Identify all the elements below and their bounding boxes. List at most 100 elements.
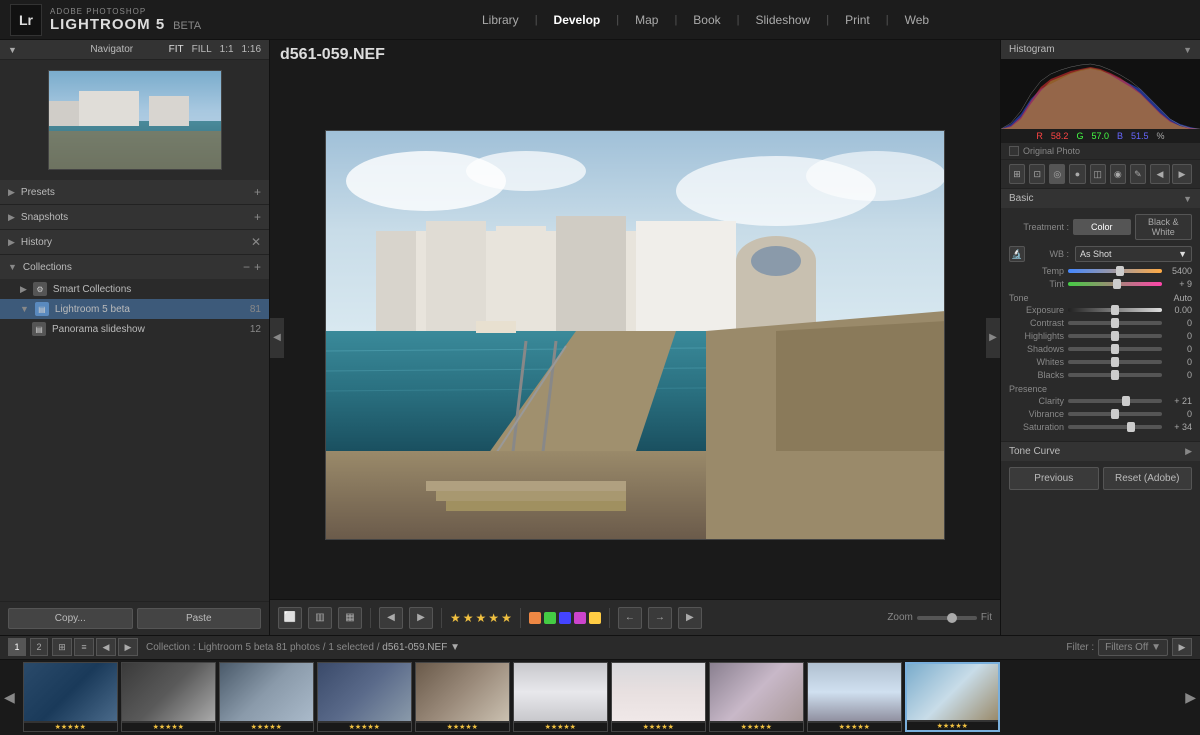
bw-treatment-btn[interactable]: Black & White bbox=[1135, 214, 1193, 240]
nav-print[interactable]: Print bbox=[829, 0, 886, 40]
crop-tool-icon[interactable]: ⊡ bbox=[1029, 164, 1045, 184]
lr5-beta-item[interactable]: ▼ ▤ Lightroom 5 beta 81 bbox=[0, 299, 269, 319]
nav-library[interactable]: Library bbox=[466, 0, 535, 40]
grid-view-btn[interactable]: ⊞ bbox=[52, 638, 72, 656]
next-panel-btn[interactable]: ▶ bbox=[1172, 164, 1192, 184]
film-photo-4[interactable]: ★★★★★ bbox=[317, 662, 412, 732]
star-rating[interactable]: ★★★★★ bbox=[450, 611, 512, 625]
histogram-header[interactable]: Histogram ▼ bbox=[1001, 40, 1200, 59]
navigator-header[interactable]: ▼ Navigator FIT FILL 1:1 1:16 bbox=[0, 40, 269, 60]
original-photo-checkbox[interactable] bbox=[1009, 146, 1019, 156]
navigator-thumbnail[interactable] bbox=[48, 70, 222, 170]
loupe-btn[interactable]: ⬜ bbox=[278, 607, 302, 629]
auto-btn[interactable]: Auto bbox=[1173, 293, 1192, 303]
collections-header[interactable]: ▼ Collections − + bbox=[0, 255, 269, 279]
shadows-slider[interactable] bbox=[1068, 347, 1162, 351]
collections-add-btn[interactable]: + bbox=[254, 260, 261, 274]
list-view-btn[interactable]: ≡ bbox=[74, 638, 94, 656]
color-label-red[interactable] bbox=[529, 612, 541, 624]
nav-map[interactable]: Map bbox=[619, 0, 674, 40]
snapshots-add-btn[interactable]: + bbox=[254, 210, 261, 224]
compare-btn[interactable]: ▥ bbox=[308, 607, 332, 629]
left-panel-toggle[interactable]: ◀ bbox=[270, 318, 284, 358]
radfilter-tool-icon[interactable]: ◉ bbox=[1110, 164, 1126, 184]
nav-1to1-btn[interactable]: 1:1 bbox=[220, 44, 234, 55]
film-photo-10[interactable]: ★★★★★ bbox=[905, 662, 1000, 732]
nav-fit-btn[interactable]: FIT bbox=[169, 44, 184, 55]
vibrance-value: 0 bbox=[1162, 409, 1192, 419]
highlights-slider[interactable] bbox=[1068, 334, 1162, 338]
wb-dropdown[interactable]: As Shot ▼ bbox=[1075, 246, 1192, 262]
film-photo-1[interactable]: ★★★★★ bbox=[23, 662, 118, 732]
zoom-handle[interactable] bbox=[947, 613, 957, 623]
next-photo-btn[interactable]: ▶ bbox=[409, 607, 433, 629]
film-photo-3[interactable]: ★★★★★ bbox=[219, 662, 314, 732]
photo-header: d561-059.NEF bbox=[270, 40, 1000, 70]
flag-btn[interactable]: → bbox=[648, 607, 672, 629]
clarity-slider[interactable] bbox=[1068, 399, 1162, 403]
grid-tool-icon[interactable]: ⊞ bbox=[1009, 164, 1025, 184]
color-label-green[interactable] bbox=[544, 612, 556, 624]
filter-expand-btn[interactable]: ▶ bbox=[1172, 638, 1192, 656]
smart-collections-item[interactable]: ▶ ⚙ Smart Collections bbox=[0, 279, 269, 299]
film-photo-8[interactable]: ★★★★★ bbox=[709, 662, 804, 732]
brush-tool-icon[interactable]: ✎ bbox=[1130, 164, 1146, 184]
collections-remove-btn[interactable]: − bbox=[243, 260, 250, 274]
photo-container[interactable] bbox=[270, 70, 1000, 599]
basic-header[interactable]: Basic ▼ bbox=[1001, 189, 1200, 208]
film-stars-10: ★★★★★ bbox=[907, 722, 998, 730]
page-2-btn[interactable]: 2 bbox=[30, 638, 48, 656]
history-header[interactable]: ▶ History ✕ bbox=[0, 230, 269, 254]
nav-book[interactable]: Book bbox=[677, 0, 736, 40]
film-photo-5[interactable]: ★★★★★ bbox=[415, 662, 510, 732]
right-panel-toggle[interactable]: ▶ bbox=[986, 318, 1000, 358]
snapshots-header[interactable]: ▶ Snapshots + bbox=[0, 205, 269, 229]
film-photo-7[interactable]: ★★★★★ bbox=[611, 662, 706, 732]
filmstrip-prev-btn[interactable]: ◀ bbox=[0, 689, 19, 706]
film-photo-2[interactable]: ★★★★★ bbox=[121, 662, 216, 732]
prev-panel-btn[interactable]: ◀ bbox=[1150, 164, 1170, 184]
nav-fill-btn[interactable]: FILL bbox=[192, 44, 212, 55]
saturation-slider[interactable] bbox=[1068, 425, 1162, 429]
next-nav-btn[interactable]: ▶ bbox=[118, 638, 138, 656]
presets-header[interactable]: ▶ Presets + bbox=[0, 180, 269, 204]
zoom-slider[interactable] bbox=[917, 616, 977, 620]
nav-web[interactable]: Web bbox=[889, 0, 945, 40]
exposure-slider[interactable] bbox=[1068, 308, 1162, 312]
color-label-yellow[interactable] bbox=[589, 612, 601, 624]
flag-reject-btn[interactable]: ← bbox=[618, 607, 642, 629]
history-clear-btn[interactable]: ✕ bbox=[251, 235, 261, 249]
blacks-slider[interactable] bbox=[1068, 373, 1162, 377]
nav-slideshow[interactable]: Slideshow bbox=[740, 0, 827, 40]
play-btn[interactable]: ▶ bbox=[678, 607, 702, 629]
color-label-purple[interactable] bbox=[574, 612, 586, 624]
film-photo-6[interactable]: ★★★★★ bbox=[513, 662, 608, 732]
contrast-slider[interactable] bbox=[1068, 321, 1162, 325]
redeye-tool-icon[interactable]: ● bbox=[1069, 164, 1085, 184]
panorama-item[interactable]: ▤ Panorama slideshow 12 bbox=[0, 319, 269, 339]
presets-add-btn[interactable]: + bbox=[254, 185, 261, 199]
prev-photo-btn[interactable]: ◀ bbox=[379, 607, 403, 629]
film-photo-9[interactable]: ★★★★★ bbox=[807, 662, 902, 732]
filmstrip-next-btn[interactable]: ▶ bbox=[1181, 689, 1200, 706]
prev-nav-btn[interactable]: ◀ bbox=[96, 638, 116, 656]
page-1-btn[interactable]: 1 bbox=[8, 638, 26, 656]
gradfilter-tool-icon[interactable]: ◫ bbox=[1090, 164, 1106, 184]
color-label-blue[interactable] bbox=[559, 612, 571, 624]
reset-button[interactable]: Reset (Adobe) bbox=[1103, 467, 1193, 490]
copy-button[interactable]: Copy... bbox=[8, 608, 133, 629]
previous-button[interactable]: Previous bbox=[1009, 467, 1099, 490]
heal-tool-icon[interactable]: ◎ bbox=[1049, 164, 1065, 184]
tone-curve-header[interactable]: Tone Curve ▶ bbox=[1001, 442, 1200, 461]
color-treatment-btn[interactable]: Color bbox=[1073, 219, 1131, 235]
nav-1to16-btn[interactable]: 1:16 bbox=[242, 44, 261, 55]
vibrance-slider[interactable] bbox=[1068, 412, 1162, 416]
filter-dropdown[interactable]: Filters Off ▼ bbox=[1098, 639, 1168, 656]
paste-button[interactable]: Paste bbox=[137, 608, 262, 629]
nav-develop[interactable]: Develop bbox=[538, 0, 617, 40]
survey-btn[interactable]: ▦ bbox=[338, 607, 362, 629]
eyedropper-btn[interactable]: 🔬 bbox=[1009, 246, 1025, 262]
tint-slider[interactable] bbox=[1068, 282, 1162, 286]
temp-slider[interactable] bbox=[1068, 269, 1162, 273]
whites-slider[interactable] bbox=[1068, 360, 1162, 364]
